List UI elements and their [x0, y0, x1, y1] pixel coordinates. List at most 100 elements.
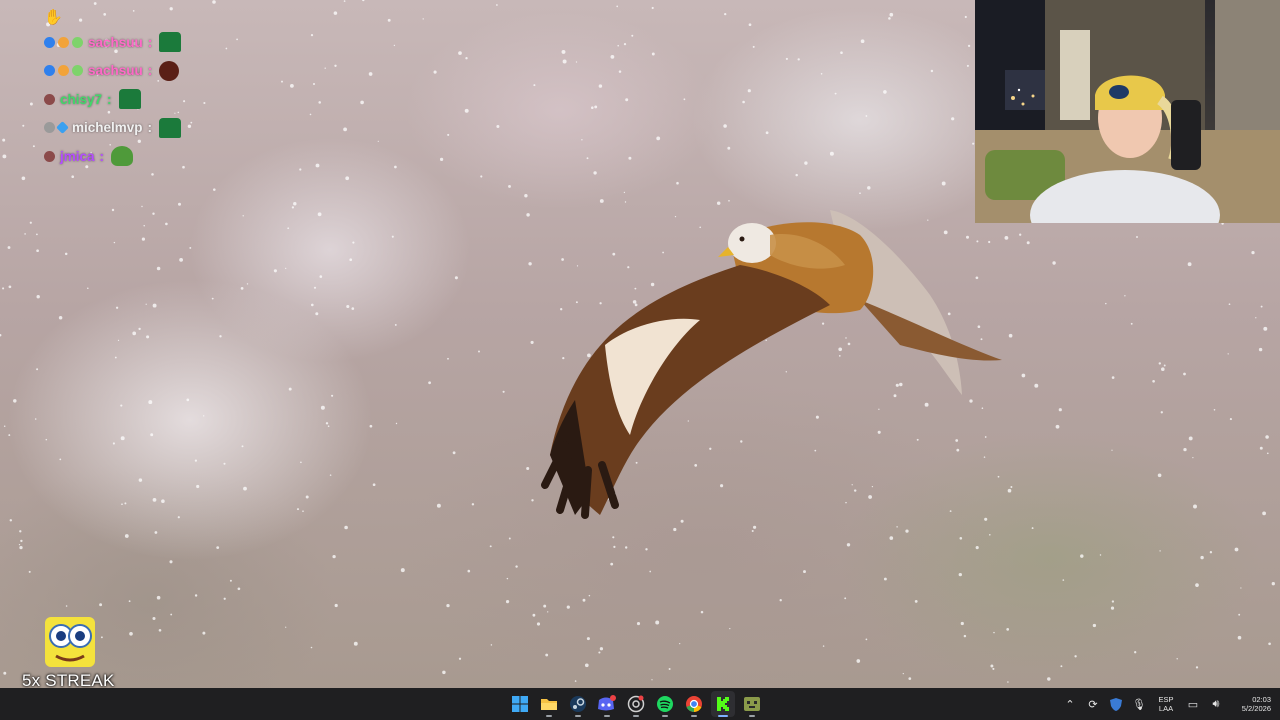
snowflake: [151, 173, 154, 176]
running-indicator: [575, 715, 581, 717]
snowflake: [143, 225, 145, 227]
snowflake: [820, 73, 823, 75]
snowflake: [177, 516, 180, 519]
snowflake: [331, 394, 334, 397]
snowflake: [194, 594, 198, 597]
snowflake: [394, 323, 397, 326]
snowflake: [121, 503, 123, 506]
chat-message: sachsuu :: [44, 28, 264, 57]
snowflake: [1187, 262, 1192, 267]
snowflake: [202, 631, 206, 635]
snowflake: [1080, 554, 1084, 558]
snowflake: [908, 677, 912, 680]
snowflake: [1188, 436, 1193, 441]
snowflake: [318, 101, 321, 104]
sync-icon[interactable]: ⟳: [1085, 696, 1101, 712]
steam-icon: [570, 696, 586, 712]
chevron-up-icon[interactable]: ⌃: [1062, 696, 1078, 712]
snowflake: [795, 173, 798, 177]
snowflake: [941, 181, 946, 186]
snowflake: [797, 58, 800, 61]
chat-username[interactable]: michelmvp: [72, 120, 143, 135]
snowflake: [1263, 326, 1268, 331]
snowflake: [625, 98, 629, 102]
chat-username[interactable]: jmica: [60, 149, 95, 164]
snowflake: [178, 202, 181, 206]
discord-button[interactable]: [595, 691, 619, 717]
snowflake: [117, 339, 120, 342]
snowflake: [599, 647, 604, 651]
snowflake: [1058, 408, 1062, 412]
snowflake: [285, 267, 287, 270]
chat-username[interactable]: chisy7: [60, 92, 102, 107]
snowflake: [317, 212, 322, 217]
snowflake: [395, 422, 398, 425]
snowflake: [2, 138, 6, 142]
snowflake: [1255, 317, 1257, 319]
snowflake: [452, 451, 456, 455]
snowflake: [1237, 635, 1242, 640]
snowflake: [124, 534, 129, 538]
chat-username[interactable]: sachsuu: [88, 63, 143, 78]
snowflake: [442, 670, 446, 675]
grey-dot-badge-icon: [44, 122, 55, 134]
snowflake: [152, 212, 155, 215]
snowflake: [313, 286, 317, 289]
chrome-button[interactable]: [682, 691, 706, 717]
running-indicator: [546, 715, 552, 717]
snowflake: [883, 90, 887, 94]
snowflake: [219, 335, 222, 338]
snowflake: [293, 201, 297, 206]
snowflake: [241, 445, 244, 448]
snowflake: [1158, 362, 1161, 365]
blue-check-badge-icon: [44, 36, 55, 48]
snowflake: [1124, 295, 1126, 297]
snowflake: [668, 668, 671, 670]
chat-username[interactable]: sachsuu: [88, 35, 143, 50]
network-icon[interactable]: ▭: [1185, 696, 1201, 712]
spotify-button[interactable]: [653, 691, 677, 717]
file-explorer-button[interactable]: [537, 691, 561, 717]
shield-icon[interactable]: [1108, 696, 1124, 712]
snowflake: [1034, 383, 1039, 388]
snowflake: [189, 246, 192, 249]
clock[interactable]: 02:03 5/2/2026: [1231, 695, 1271, 713]
snowflake: [2, 154, 7, 159]
kick-button[interactable]: [711, 691, 735, 717]
snowflake: [636, 622, 641, 626]
snowflake: [598, 84, 603, 88]
snowflake: [651, 52, 655, 56]
snowflake: [138, 478, 143, 482]
snowflake: [120, 404, 123, 407]
running-indicator: [604, 715, 610, 717]
minecraft-launcher-button[interactable]: [740, 691, 764, 717]
taskbar: ⌃ ⟳ 🎙︎ ESP LAA ▭ 🔊︎ 02:03 5/2/2026 🔔︎: [0, 688, 1280, 720]
snowflake: [8, 434, 11, 437]
snowflake: [156, 266, 161, 271]
snowflake: [625, 546, 628, 549]
snowflake: [751, 529, 754, 533]
snowflake: [28, 570, 31, 573]
snowflake: [128, 600, 131, 603]
chromium-button[interactable]: [624, 691, 648, 717]
snowflake: [291, 206, 295, 209]
snowflake: [377, 140, 379, 142]
snowflake: [591, 106, 594, 109]
snowflake: [1209, 551, 1213, 554]
snowflake: [524, 194, 528, 198]
snowflake: [506, 577, 509, 580]
snowflake: [958, 572, 962, 577]
volume-icon[interactable]: 🔊︎: [1208, 696, 1224, 712]
windows-start-button[interactable]: [508, 691, 532, 717]
snowflake: [1006, 628, 1010, 631]
steam-button[interactable]: [566, 691, 590, 717]
snowflake: [464, 108, 469, 113]
snowflake: [179, 258, 183, 262]
snowflake: [1052, 261, 1056, 265]
snowflake: [532, 613, 536, 617]
input-language-indicator[interactable]: ESP LAA: [1154, 695, 1178, 713]
snowflake: [972, 142, 975, 145]
snowflake: [804, 161, 808, 165]
snowflake: [422, 18, 424, 20]
microphone-icon[interactable]: 🎙︎: [1131, 696, 1147, 712]
